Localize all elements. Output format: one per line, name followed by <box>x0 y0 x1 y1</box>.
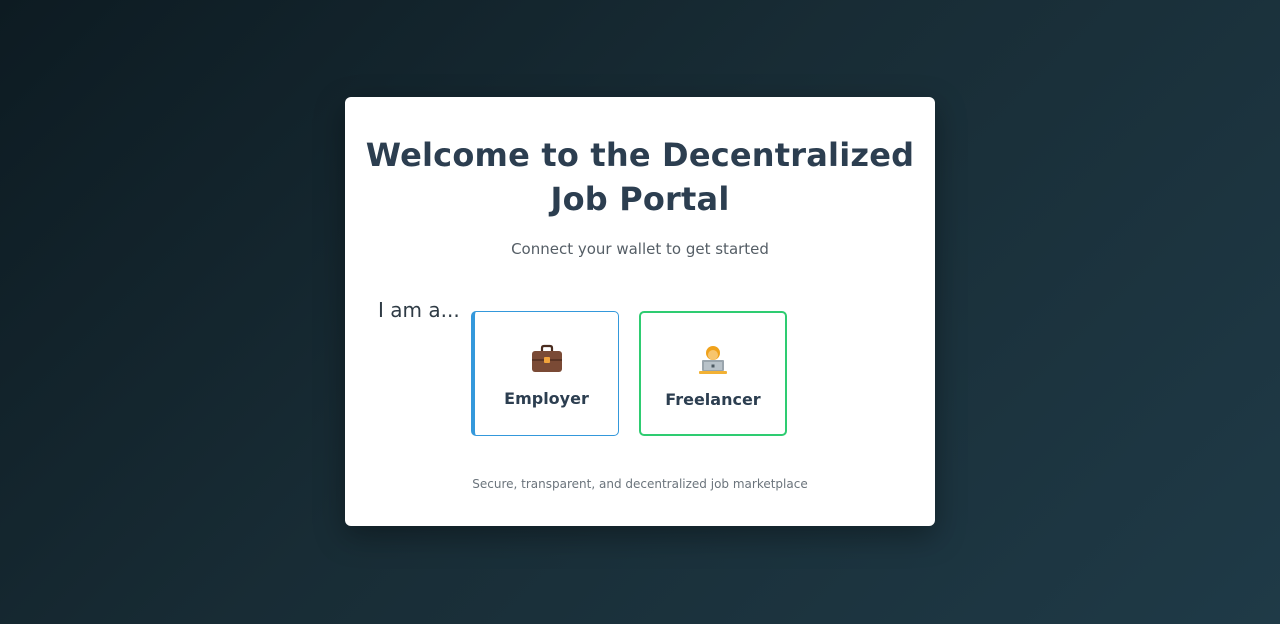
briefcase-icon <box>475 344 618 374</box>
welcome-card: Welcome to the Decentralized Job Portal … <box>345 97 935 526</box>
employer-role-button[interactable]: Employer <box>471 311 619 436</box>
page-title: Welcome to the Decentralized Job Portal <box>365 136 915 218</box>
employer-label: Employer <box>504 389 589 408</box>
page-subtitle: Connect your wallet to get started <box>511 240 769 258</box>
role-prompt: I am a... <box>378 298 460 322</box>
footer-tagline: Secure, transparent, and decentralized j… <box>472 477 808 491</box>
freelancer-role-button[interactable]: Freelancer <box>639 311 787 436</box>
freelancer-label: Freelancer <box>665 390 761 409</box>
technologist-icon <box>641 345 785 375</box>
